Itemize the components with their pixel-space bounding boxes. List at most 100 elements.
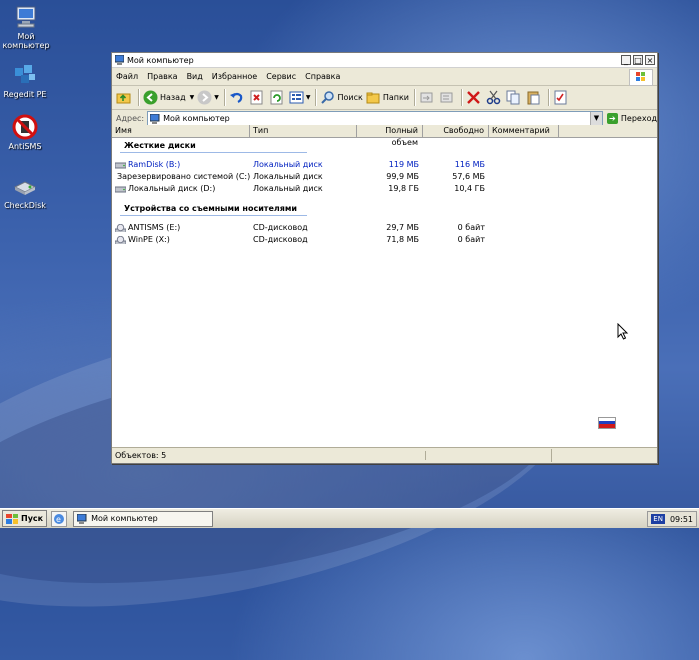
status-bar: Объектов: 5 [112,447,657,463]
quick-launch-ie-icon[interactable]: e [51,510,68,527]
drive-name: Зарезервировано системой (C:) [117,172,250,181]
drive-total: 71,8 МБ [386,235,419,244]
language-indicator[interactable]: EN [651,514,665,524]
copy-button[interactable] [506,88,523,107]
search-button[interactable]: Поиск [320,88,363,107]
go-arrow-icon: ➔ [606,113,618,124]
cut-button[interactable] [486,88,503,107]
clock[interactable]: 09:51 [670,515,693,524]
column-header-free[interactable]: Свободно [423,125,489,137]
toolbar-separator [414,89,416,106]
start-button[interactable]: Пуск [2,510,48,527]
delete-icon [467,91,480,104]
column-header-comment[interactable]: Комментарий [489,125,559,137]
undo-button[interactable] [229,88,246,107]
refresh-button[interactable] [269,88,286,107]
desktop-icon-checkdisk[interactable]: CheckDisk [0,173,53,210]
back-button[interactable]: Назад ▼ [143,88,194,107]
drive-free: 10,4 ГБ [454,184,485,193]
file-list: Имя Тип Полный объем Свободно Комментари… [112,125,657,447]
drive-free: 116 МБ [454,160,485,169]
table-row[interactable]: Зарезервировано системой (C:) Локальный … [112,171,657,183]
taskbar-item-label: Мой компьютер [91,514,158,523]
move-to-icon [420,92,433,103]
computer-icon [13,4,39,30]
column-header-name[interactable]: Имя [112,125,250,137]
computer-icon [115,55,124,65]
windows-flag-icon [6,513,18,524]
drive-total: 119 МБ [388,160,419,169]
regedit-icon [12,62,38,88]
chevron-down-icon[interactable]: ▼ [306,94,311,101]
drive-name: ANTISMS (E:) [128,223,181,232]
computer-icon [150,113,160,124]
explorer-window: Мой компьютер _ □ × Файл Правка Вид Избр… [111,52,658,464]
group-header-hard-disks: Жесткие диски [112,138,657,154]
column-header-total[interactable]: Полный объем [357,125,423,147]
copy-to-icon [440,92,453,103]
maximize-button[interactable]: □ [633,55,643,65]
folders-button[interactable]: Папки [366,88,409,107]
toolbar-separator [138,89,139,106]
forward-arrow-icon [197,90,212,105]
drive-free: 57,6 МБ [452,172,485,181]
forward-button[interactable]: ▼ [197,88,219,107]
menu-help[interactable]: Справка [305,72,340,81]
menu-tools[interactable]: Сервис [266,72,296,81]
go-button[interactable]: ➔ Переход [606,113,657,124]
delete-page-icon [250,90,263,105]
table-row[interactable]: WinPE (X:) CD-дисковод 71,8 МБ 0 байт [112,234,657,246]
address-label: Адрес: [116,114,145,123]
delete-button[interactable] [249,88,266,107]
menu-favorites[interactable]: Избранное [212,72,257,81]
menu-view[interactable]: Вид [187,72,203,81]
menu-file[interactable]: Файл [116,72,138,81]
desktop-icon-label: Мой компьютер [2,32,50,50]
menu-edit[interactable]: Правка [147,72,177,81]
group-header-removable: Устройства со съемными носителями [112,201,657,217]
properties-button[interactable] [553,88,570,107]
chevron-down-icon[interactable]: ▼ [190,94,195,101]
address-dropdown-button[interactable]: ▼ [589,112,602,125]
desktop-icon-label: CheckDisk [4,201,46,210]
table-row[interactable]: ANTISMS (E:) CD-дисковод 29,7 МБ 0 байт [112,222,657,234]
desktop-icon-my-computer[interactable]: Мой компьютер [0,4,54,50]
language-flag-icon [598,417,616,429]
views-button[interactable]: ▼ [289,88,311,107]
table-row[interactable]: Локальный диск (D:) Локальный диск 19,8 … [112,183,657,195]
taskbar-item-my-computer[interactable]: Мой компьютер [73,510,214,527]
refresh-icon [270,90,283,105]
cd-drive-icon [115,236,126,244]
toolbar-separator [315,89,317,106]
computer-icon [77,513,87,524]
close-button[interactable]: × [645,55,655,65]
address-value: Мой компьютер [163,114,230,123]
column-header-row: Имя Тип Полный объем Свободно Комментари… [112,125,657,147]
table-row[interactable]: RamDisk (B:) Локальный диск 119 МБ 116 М… [112,159,657,171]
toolbar-separator [223,89,225,106]
copy-icon [506,90,520,105]
move-to-button[interactable] [419,88,436,107]
title-bar[interactable]: Мой компьютер _ □ × [112,53,657,68]
paste-button[interactable] [526,88,543,107]
properties-icon [554,90,567,105]
desktop-icon-label: Regedit PE [3,90,47,99]
windows-logo-icon [629,69,653,86]
up-folder-button[interactable] [116,88,133,107]
copy-to-button[interactable] [439,88,456,107]
desktop-icon-antisms[interactable]: AntiSMS [0,114,53,151]
back-arrow-icon [143,90,158,105]
back-label: Назад [160,93,186,102]
paste-icon [527,91,540,105]
drive-name: RamDisk (B:) [128,160,181,169]
toolbar-separator [461,89,463,106]
address-field[interactable]: Мой компьютер ▼ [147,111,603,126]
svg-text:e: e [56,515,61,524]
minimize-button[interactable]: _ [621,55,631,65]
column-header-type[interactable]: Тип [250,125,357,137]
drive-type: Локальный диск [253,172,323,181]
chevron-down-icon[interactable]: ▼ [214,94,219,101]
folders-label: Папки [382,93,410,102]
delete-x-button[interactable] [466,88,483,107]
desktop-icon-regedit[interactable]: Regedit PE [0,62,53,99]
